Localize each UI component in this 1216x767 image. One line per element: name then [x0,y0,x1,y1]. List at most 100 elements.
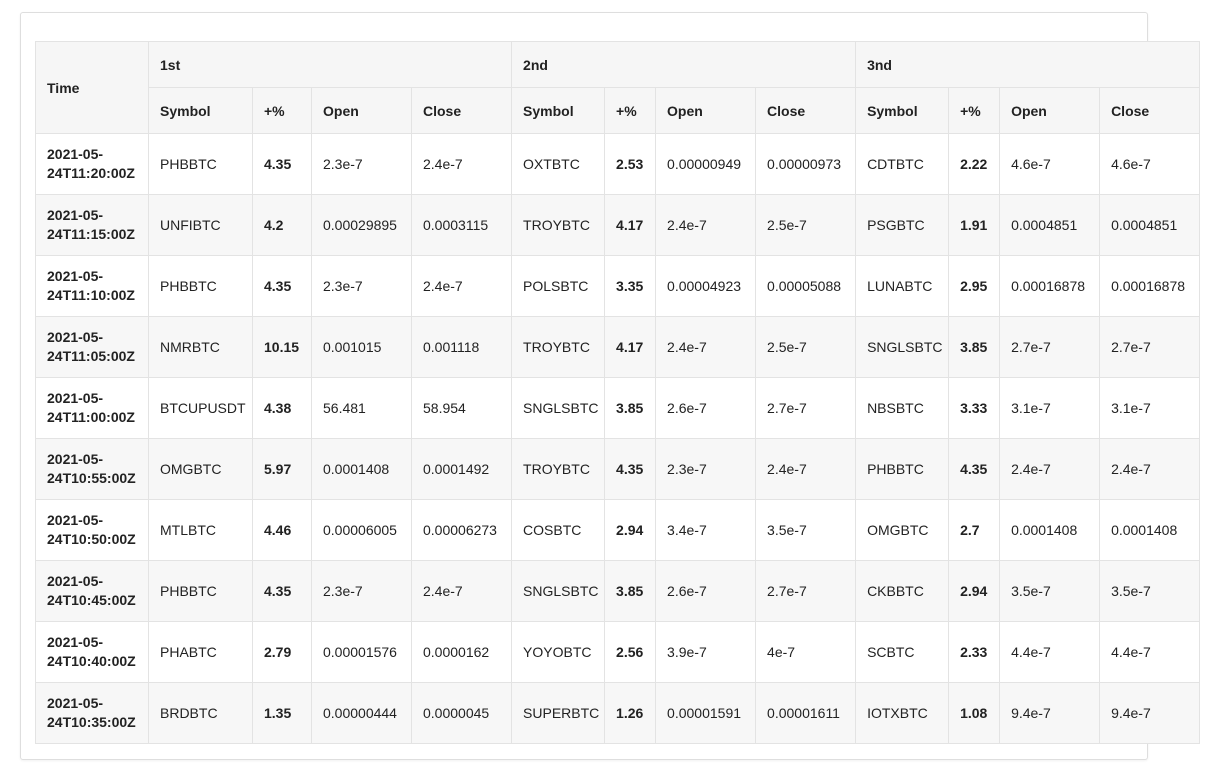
change-percent-cell: 4.17 [604,194,657,256]
change-percent-cell: 1.35 [252,682,312,744]
open-price-cell: 4.6e-7 [999,133,1101,195]
open-price-cell: 0.0001408 [999,499,1101,561]
symbol-cell: CDTBTC [855,133,950,195]
close-price-cell: 4.6e-7 [1099,133,1201,195]
time-cell: 2021-05-24T11:15:00Z [35,194,149,256]
change-percent-cell: 2.22 [948,133,1001,195]
close-price-cell: 2.4e-7 [410,255,513,317]
open-column-header: Open [999,87,1101,134]
change-percent-cell: 4.35 [252,560,312,622]
table-row: 2021-05-24T10:35:00Z BRDBTC 1.35 0.00000444… [35,682,1201,744]
symbol-cell: PSGBTC [855,194,950,256]
group-header-2nd: 2nd [511,41,857,88]
change-percent-column-header: +% [604,87,657,134]
open-price-cell: 0.00004923 [655,255,757,317]
symbol-cell: LUNABTC [855,255,950,317]
close-price-cell: 0.00006273 [410,499,513,561]
time-cell: 2021-05-24T10:50:00Z [35,499,149,561]
close-price-cell: 2.7e-7 [1099,316,1201,378]
close-price-cell: 3.5e-7 [755,499,857,561]
time-cell: 2021-05-24T10:35:00Z [35,682,149,744]
symbol-cell: MTLBTC [148,499,253,561]
symbol-cell: SNGLSBTC [511,377,606,439]
top-gainers-table: Time 1st 2nd 3nd Symbol +% Open Close Symbol… [35,41,1201,744]
change-percent-cell: 3.85 [604,377,657,439]
table-row: 2021-05-24T10:55:00Z OMGBTC 5.97 0.0001408 0… [35,438,1201,500]
symbol-cell: OMGBTC [148,438,253,500]
symbol-cell: PHBBTC [148,560,253,622]
symbol-column-header: Symbol [855,87,950,134]
close-price-cell: 9.4e-7 [1099,682,1201,744]
symbol-cell: YOYOBTC [511,621,606,683]
symbol-cell: SNGLSBTC [511,560,606,622]
symbol-cell: TROYBTC [511,438,606,500]
open-column-header: Open [311,87,412,134]
change-percent-cell: 2.7 [948,499,1001,561]
table-body: 2021-05-24T11:20:00Z PHBBTC 4.35 2.3e-7 2.4e… [35,133,1201,744]
time-column-header: Time [35,41,149,134]
time-cell: 2021-05-24T10:40:00Z [35,621,149,683]
change-percent-cell: 2.56 [604,621,657,683]
change-percent-cell: 4.35 [252,255,312,317]
open-price-cell: 3.1e-7 [999,377,1101,439]
close-price-cell: 0.0001408 [1099,499,1201,561]
symbol-cell: SCBTC [855,621,950,683]
open-price-cell: 0.0001408 [311,438,412,500]
symbol-cell: PHABTC [148,621,253,683]
close-price-cell: 2.4e-7 [755,438,857,500]
close-price-cell: 58.954 [410,377,513,439]
close-price-cell: 2.4e-7 [1099,438,1201,500]
change-percent-cell: 10.15 [252,316,312,378]
symbol-column-header: Symbol [511,87,606,134]
close-price-cell: 2.7e-7 [755,560,857,622]
change-percent-cell: 3.85 [604,560,657,622]
open-price-cell: 2.6e-7 [655,377,757,439]
open-price-cell: 2.3e-7 [311,255,412,317]
change-percent-cell: 3.33 [948,377,1001,439]
symbol-cell: BRDBTC [148,682,253,744]
close-price-cell: 3.5e-7 [1099,560,1201,622]
open-price-cell: 0.00016878 [999,255,1101,317]
open-price-cell: 2.4e-7 [999,438,1101,500]
open-price-cell: 3.9e-7 [655,621,757,683]
open-price-cell: 4.4e-7 [999,621,1101,683]
open-price-cell: 2.6e-7 [655,560,757,622]
open-price-cell: 0.00001591 [655,682,757,744]
symbol-cell: BTCUPUSDT [148,377,253,439]
change-percent-cell: 4.35 [252,133,312,195]
change-percent-cell: 5.97 [252,438,312,500]
symbol-cell: CKBBTC [855,560,950,622]
close-price-cell: 2.7e-7 [755,377,857,439]
close-price-cell: 0.00001611 [755,682,857,744]
close-price-cell: 4e-7 [755,621,857,683]
open-price-cell: 0.00000444 [311,682,412,744]
table-row: 2021-05-24T10:50:00Z MTLBTC 4.46 0.00006005… [35,499,1201,561]
open-price-cell: 0.001015 [311,316,412,378]
close-price-cell: 4.4e-7 [1099,621,1201,683]
close-price-cell: 0.00000973 [755,133,857,195]
table-row: 2021-05-24T11:15:00Z UNFIBTC 4.2 0.00029895… [35,194,1201,256]
symbol-cell: OXTBTC [511,133,606,195]
close-price-cell: 2.4e-7 [410,133,513,195]
table-row: 2021-05-24T11:20:00Z PHBBTC 4.35 2.3e-7 2.4e… [35,133,1201,195]
change-percent-column-header: +% [948,87,1001,134]
time-cell: 2021-05-24T11:20:00Z [35,133,149,195]
table-row: 2021-05-24T10:45:00Z PHBBTC 4.35 2.3e-7 2.4e… [35,560,1201,622]
close-price-cell: 0.00005088 [755,255,857,317]
change-percent-cell: 2.33 [948,621,1001,683]
symbol-cell: NMRBTC [148,316,253,378]
top-gainers-table-wrapper: Time 1st 2nd 3nd Symbol +% Open Close Symbol… [35,41,1201,744]
change-percent-cell: 2.94 [604,499,657,561]
close-price-cell: 0.0004851 [1099,194,1201,256]
symbol-cell: PHBBTC [148,133,253,195]
change-percent-column-header: +% [252,87,312,134]
change-percent-cell: 1.08 [948,682,1001,744]
time-cell: 2021-05-24T10:45:00Z [35,560,149,622]
close-price-cell: 0.00016878 [1099,255,1201,317]
open-price-cell: 0.0004851 [999,194,1101,256]
symbol-cell: TROYBTC [511,194,606,256]
symbol-cell: SUPERBTC [511,682,606,744]
symbol-cell: PHBBTC [148,255,253,317]
change-percent-cell: 4.35 [948,438,1001,500]
close-price-cell: 0.001118 [410,316,513,378]
